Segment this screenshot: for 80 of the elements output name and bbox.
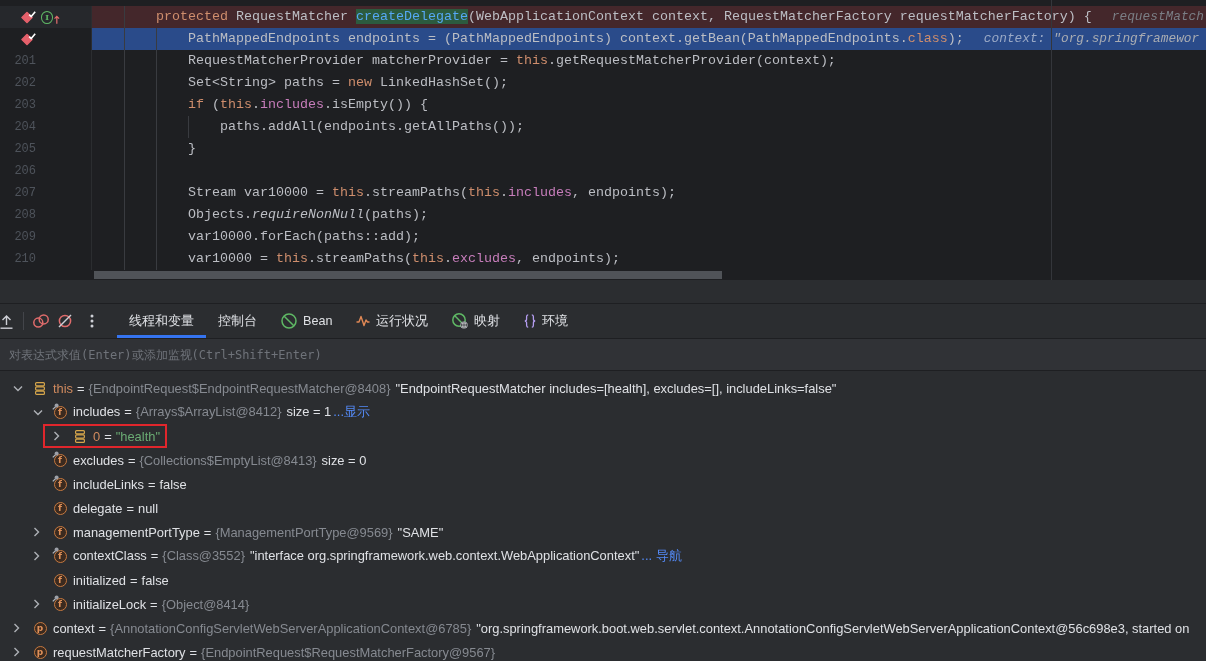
line-number: 207 [14, 186, 36, 200]
line-number: 206 [14, 164, 36, 178]
chevron-icon[interactable] [13, 384, 23, 392]
circle-slash-icon [58, 314, 72, 328]
circled-letter-icon: p [33, 645, 47, 659]
chevron-icon[interactable] [33, 408, 43, 416]
inline-hint: requestMatch [1111, 8, 1204, 26]
circle-slash-icon [281, 313, 297, 329]
expression-field[interactable]: 对表达式求值(Enter)或添加监视(Ctrl+Shift+Enter) [0, 339, 1206, 371]
line-number: 208 [14, 208, 36, 222]
line-number: 209 [14, 230, 36, 244]
line-number: 203 [14, 98, 36, 112]
circle-globe-icon [452, 313, 469, 329]
circled-letter-icon: f [53, 477, 67, 491]
variable-entry: contextClass = {Class@3552} "interface org.springframework.web.context.WebApplicationContext"... 导航 [73, 547, 682, 565]
chevron-icon[interactable] [13, 647, 20, 657]
list-icon [35, 381, 45, 395]
more-icon [90, 314, 94, 328]
circled-letter-icon: f [53, 525, 67, 539]
more-button[interactable] [90, 314, 94, 328]
circled-letter-icon: f [53, 597, 67, 611]
code-line: PathMappedEndpoints endpoints = (PathMappedEndpoints) context.getBean(PathMappedEndpoints.class); [188, 30, 964, 48]
chevron-icon[interactable] [53, 431, 60, 441]
variable-entry: includeLinks = false [73, 476, 187, 492]
circled-letter-icon: f [53, 549, 67, 563]
code-line: var10000.forEach(paths::add); [188, 228, 420, 246]
variable-entry: initialized = false [73, 572, 169, 588]
circled-letter-icon: f [53, 573, 67, 587]
line-number: 202 [14, 76, 36, 90]
code-line: Set<String> paths = new LinkedHashSet(); [188, 74, 508, 92]
chevron-icon[interactable] [13, 623, 20, 633]
arrow-up-icon [54, 14, 60, 24]
circled-letter-icon: f [53, 405, 67, 419]
scrollbar-thumb[interactable] [94, 271, 722, 279]
variable-entry: excludes = {Collections$EmptyList@8413} size = 0 [73, 452, 367, 468]
inline-link[interactable]: ...显示 [333, 403, 371, 419]
line-number: 210 [14, 252, 36, 266]
breakpoint-icon[interactable] [21, 32, 36, 46]
chevron-icon[interactable] [33, 551, 40, 561]
variable-entry: initializeLock = {Object@8414} [73, 596, 251, 612]
variable-entry: context = {AnnotationConfigServletWebServerApplicationContext@6785} "org.springframework.boot.web.servlet.context.AnnotationConfigServletWebServerApplicationContext@56c698e3, started on [53, 620, 1190, 636]
tab[interactable]: 线程和变量 [117, 304, 206, 338]
code-line: if (this.includes.isEmpty()) { [188, 96, 428, 114]
variable-entry: 0 = "health" [93, 428, 160, 444]
breakpoints-button[interactable] [33, 314, 49, 328]
code-line: } [188, 140, 196, 158]
variable-entry: this = {EndpointRequest$EndpointRequestMatcher@8408} "EndpointRequestMatcher includes=[health], excludes=[], includeLinks=false" [53, 380, 837, 396]
code-line: paths.addAll(endpoints.getAllPaths()); [220, 118, 524, 136]
variable-entry: requestMatcherFactory = {EndpointRequest$RequestMatcherFactory@9567} [53, 644, 497, 660]
two-circles-icon [33, 314, 49, 328]
variable-entry: includes = {Arrays$ArrayList@8412} size = 1...显示 [73, 403, 371, 421]
code-line: Stream var10000 = this.streamPaths(this.includes, endpoints); [188, 184, 676, 202]
list-icon [75, 429, 85, 443]
braces-icon [524, 314, 537, 328]
line-number: 204 [14, 120, 36, 134]
code-line: RequestMatcherProvider matcherProvider = this.getRequestMatcherProvider(context); [188, 52, 836, 70]
tab[interactable]: 控制台 [206, 304, 269, 338]
inline-hint: context: "org.springframewor [983, 30, 1200, 48]
export-button[interactable] [0, 313, 13, 329]
code-line: protected RequestMatcher createDelegate(WebApplicationContext context, RequestMatcherFactory requestMatcherFactory) { [156, 8, 1092, 26]
tab[interactable]: 映射 [440, 304, 513, 338]
variable-entry: delegate = null [73, 500, 159, 516]
tab[interactable]: 运行状况 [344, 304, 441, 338]
mute-button[interactable] [58, 314, 72, 328]
inline-link[interactable]: ... 导航 [641, 547, 682, 563]
chevron-icon[interactable] [33, 599, 40, 609]
circled-letter-icon: p [33, 621, 47, 635]
upload-icon [0, 313, 13, 329]
circled-letter-icon: f [53, 501, 67, 515]
circled-letter-icon: f [53, 453, 67, 467]
breakpoint-icon[interactable] [21, 10, 36, 24]
pulse-icon [356, 315, 371, 327]
line-number: 201 [14, 54, 36, 68]
code-line: var10000 = this.streamPaths(this.excludes, endpoints); [188, 250, 620, 268]
line-number: 205 [14, 142, 36, 156]
chevron-icon[interactable] [33, 527, 40, 537]
variable-entry: managementPortType = {ManagementPortType@9569} "SAME" [73, 524, 444, 540]
tab[interactable]: Bean [269, 304, 345, 338]
tab[interactable]: 环境 [512, 304, 581, 338]
code-line: Objects.requireNonNull(paths); [188, 206, 428, 224]
